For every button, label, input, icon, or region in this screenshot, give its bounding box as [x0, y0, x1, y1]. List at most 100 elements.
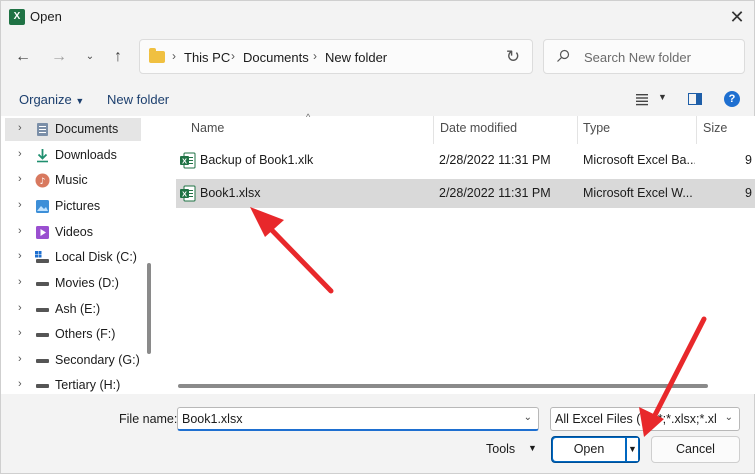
- content-area: › Documents › Downloads › ♪ Music › Pict…: [1, 112, 755, 397]
- file-name-label: File name:: [119, 412, 178, 426]
- close-button[interactable]: ✕: [723, 5, 751, 29]
- sidebar-item-others-f[interactable]: › Others (F:): [5, 323, 141, 346]
- videos-icon: [36, 226, 49, 239]
- file-list: ^ Name Date modified Type Size X Backup …: [173, 112, 755, 394]
- preview-pane-icon[interactable]: [688, 93, 702, 105]
- chevron-down-icon: ⌄: [85, 51, 95, 62]
- column-divider[interactable]: [433, 116, 434, 144]
- folder-icon: [149, 48, 165, 63]
- pictures-icon: [36, 200, 49, 213]
- sidebar-item-videos[interactable]: › Videos: [5, 221, 141, 244]
- sidebar-item-label: Music: [55, 173, 88, 187]
- chevron-down-icon[interactable]: ⌄: [725, 412, 733, 423]
- file-date: 2/28/2022 11:31 PM: [439, 153, 551, 167]
- column-divider[interactable]: [577, 116, 578, 144]
- file-size: 9: [745, 153, 752, 167]
- sidebar-item-local-disk-c[interactable]: › Local Disk (C:): [5, 246, 141, 269]
- file-row-backup-book1[interactable]: X Backup of Book1.xlk 2/28/2022 11:31 PM…: [176, 146, 755, 175]
- sidebar-item-movies-d[interactable]: › Movies (D:): [5, 272, 141, 295]
- chevron-right-icon[interactable]: ›: [18, 250, 22, 262]
- sort-ascending-icon: ^: [306, 112, 311, 122]
- file-row-book1[interactable]: X Book1.xlsx 2/28/2022 11:31 PM Microsof…: [176, 179, 755, 208]
- drive-icon: [36, 308, 49, 312]
- chevron-down-icon[interactable]: ⌄: [524, 412, 532, 423]
- organize-label: Organize: [19, 92, 72, 107]
- breadcrumb-separator: ›: [313, 49, 317, 63]
- file-size: 9: [745, 186, 752, 200]
- documents-icon: [37, 123, 48, 136]
- sidebar-item-secondary-g[interactable]: › Secondary (G:): [5, 349, 141, 372]
- up-button[interactable]: ↑: [106, 45, 130, 69]
- sidebar-item-tertiary-h[interactable]: › Tertiary (H:): [5, 374, 141, 397]
- horizontal-scrollbar[interactable]: [178, 384, 708, 388]
- sidebar-item-label: Tertiary (H:): [55, 378, 121, 392]
- open-dialog: X Open ✕ ← → ⌄ ↑ › This PC › Documents ›…: [0, 0, 755, 474]
- chevron-right-icon[interactable]: ›: [18, 302, 22, 314]
- organize-button[interactable]: Organize ▼: [19, 92, 84, 107]
- chevron-right-icon[interactable]: ›: [18, 199, 22, 211]
- svg-text:X: X: [182, 189, 187, 198]
- sidebar-item-label: Others (F:): [55, 327, 116, 341]
- sidebar-item-label: Pictures: [55, 199, 101, 213]
- file-type-filter[interactable]: All Excel Files (*.xl*;*.xlsx;*.xlsm; ⌄: [550, 407, 740, 431]
- help-icon[interactable]: ?: [724, 91, 740, 107]
- excel-icon: X: [9, 9, 25, 25]
- downloads-icon: [37, 149, 48, 163]
- refresh-icon[interactable]: ↻: [503, 47, 523, 67]
- column-header-name[interactable]: Name: [191, 121, 224, 135]
- cancel-button[interactable]: Cancel: [651, 436, 740, 463]
- address-bar[interactable]: › This PC › Documents › New folder ↻: [139, 39, 533, 74]
- sidebar-item-music[interactable]: › ♪ Music: [5, 169, 141, 192]
- file-date: 2/28/2022 11:31 PM: [439, 186, 551, 200]
- chevron-right-icon[interactable]: ›: [18, 122, 22, 134]
- excel-file-icon: X: [180, 185, 196, 202]
- sidebar-item-pictures[interactable]: › Pictures: [5, 195, 141, 218]
- view-options-icon[interactable]: [635, 92, 649, 106]
- file-name: Book1.xlsx: [200, 186, 261, 200]
- chevron-right-icon[interactable]: ›: [18, 276, 22, 288]
- column-header-size[interactable]: Size: [703, 121, 727, 135]
- file-type-filter-value: All Excel Files (*.xl*;*.xlsx;*.xlsm;: [555, 412, 717, 426]
- caret-down-icon[interactable]: ▼: [658, 92, 667, 102]
- search-input[interactable]: Search New folder: [543, 39, 745, 74]
- sidebar-item-label: Movies (D:): [55, 276, 119, 290]
- sidebar-item-ash-e[interactable]: › Ash (E:): [5, 298, 141, 321]
- arrow-left-icon: ←: [15, 48, 31, 65]
- chevron-right-icon[interactable]: ›: [18, 148, 22, 160]
- sidebar-item-label: Ash (E:): [55, 302, 101, 316]
- chevron-right-icon[interactable]: ›: [18, 327, 22, 339]
- caret-down-icon[interactable]: ▼: [528, 443, 537, 453]
- tools-button[interactable]: Tools: [486, 442, 515, 456]
- drive-icon: [36, 282, 49, 286]
- sidebar-item-label: Secondary (G:): [55, 353, 140, 367]
- excel-file-icon: X: [180, 152, 196, 169]
- sidebar-item-label: Downloads: [55, 148, 117, 162]
- back-button[interactable]: ←: [11, 45, 35, 69]
- column-divider[interactable]: [696, 116, 697, 144]
- recent-locations-button[interactable]: ⌄: [78, 45, 102, 69]
- sidebar-item-downloads[interactable]: › Downloads: [5, 144, 141, 167]
- file-name-field[interactable]: Book1.xlsx ⌄: [177, 407, 539, 431]
- sidebar-scrollbar[interactable]: [147, 263, 151, 354]
- close-icon: ✕: [729, 7, 745, 27]
- chevron-right-icon[interactable]: ›: [18, 225, 22, 237]
- open-split-button[interactable]: Open ▼: [551, 436, 640, 463]
- dialog-title: Open: [30, 9, 62, 24]
- sidebar-item-documents[interactable]: › Documents: [5, 118, 141, 141]
- column-header-type[interactable]: Type: [583, 121, 610, 135]
- chevron-right-icon[interactable]: ›: [18, 378, 22, 390]
- file-name: Backup of Book1.xlk: [200, 153, 314, 167]
- drive-icon: [36, 359, 49, 363]
- breadcrumb-documents[interactable]: Documents: [243, 50, 309, 65]
- breadcrumb-this-pc[interactable]: This PC: [184, 50, 230, 65]
- open-dropdown-icon[interactable]: ▼: [626, 438, 638, 461]
- breadcrumb-new-folder[interactable]: New folder: [325, 50, 387, 65]
- open-button[interactable]: Open: [553, 438, 625, 461]
- chevron-right-icon[interactable]: ›: [18, 353, 22, 365]
- new-folder-button[interactable]: New folder: [107, 92, 169, 107]
- forward-button[interactable]: →: [47, 45, 71, 69]
- search-placeholder: Search New folder: [584, 50, 691, 65]
- column-header-date-modified[interactable]: Date modified: [440, 121, 517, 135]
- chevron-right-icon[interactable]: ›: [18, 173, 22, 185]
- windows-drive-icon: [35, 251, 49, 263]
